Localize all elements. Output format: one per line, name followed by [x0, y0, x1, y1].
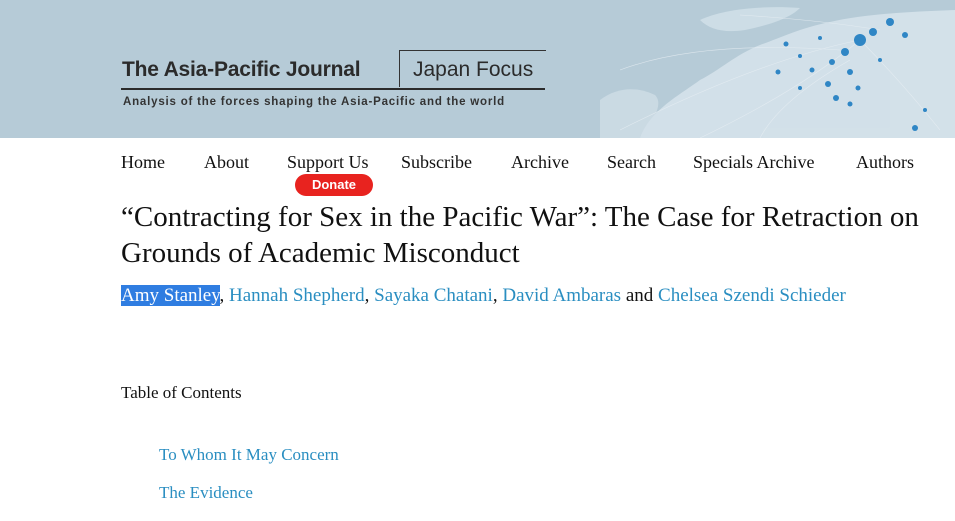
- nav-search[interactable]: Search: [607, 152, 656, 173]
- nav-authors[interactable]: Authors: [856, 152, 914, 173]
- logo-divider: [121, 88, 545, 90]
- article-title: “Contracting for Sex in the Pacific War”…: [121, 201, 919, 269]
- journal-subtitle: Japan Focus: [413, 58, 534, 81]
- nav-archive[interactable]: Archive: [511, 152, 569, 173]
- author-separator: ,: [219, 285, 230, 306]
- author-link-david-ambaras[interactable]: David Ambaras: [502, 285, 621, 306]
- journal-name: The Asia-Pacific Journal: [122, 58, 361, 81]
- nav-home[interactable]: Home: [121, 152, 165, 173]
- site-header-banner: The Asia-Pacific Journal Japan Focus Ana…: [0, 0, 955, 138]
- author-conjunction: and: [625, 285, 654, 306]
- author-list: Amy Stanley, Hannah Shepherd, Sayaka Cha…: [121, 284, 911, 308]
- nav-about[interactable]: About: [204, 152, 249, 173]
- author-link-amy-stanley[interactable]: Amy Stanley: [121, 285, 220, 306]
- toc-item-the-evidence[interactable]: The Evidence: [159, 483, 253, 503]
- donate-button[interactable]: Donate: [295, 174, 373, 196]
- main-navigation: Home About Support Us Subscribe Archive …: [0, 152, 955, 176]
- toc-heading: Table of Contents: [121, 383, 242, 402]
- author-link-sayaka-chatani[interactable]: Sayaka Chatani: [374, 285, 493, 306]
- author-link-hannah-shepherd[interactable]: Hannah Shepherd: [229, 285, 365, 306]
- nav-specials-archive[interactable]: Specials Archive: [693, 152, 814, 173]
- author-separator: ,: [364, 285, 375, 306]
- nav-support-us[interactable]: Support Us: [287, 152, 369, 173]
- author-link-chelsea-szendi-schieder[interactable]: Chelsea Szendi Schieder: [658, 285, 846, 306]
- toc-item-to-whom-it-may-concern[interactable]: To Whom It May Concern: [159, 445, 339, 465]
- journal-tagline: Analysis of the forces shaping the Asia-…: [123, 96, 505, 108]
- nav-subscribe[interactable]: Subscribe: [401, 152, 472, 173]
- author-separator: ,: [492, 285, 503, 306]
